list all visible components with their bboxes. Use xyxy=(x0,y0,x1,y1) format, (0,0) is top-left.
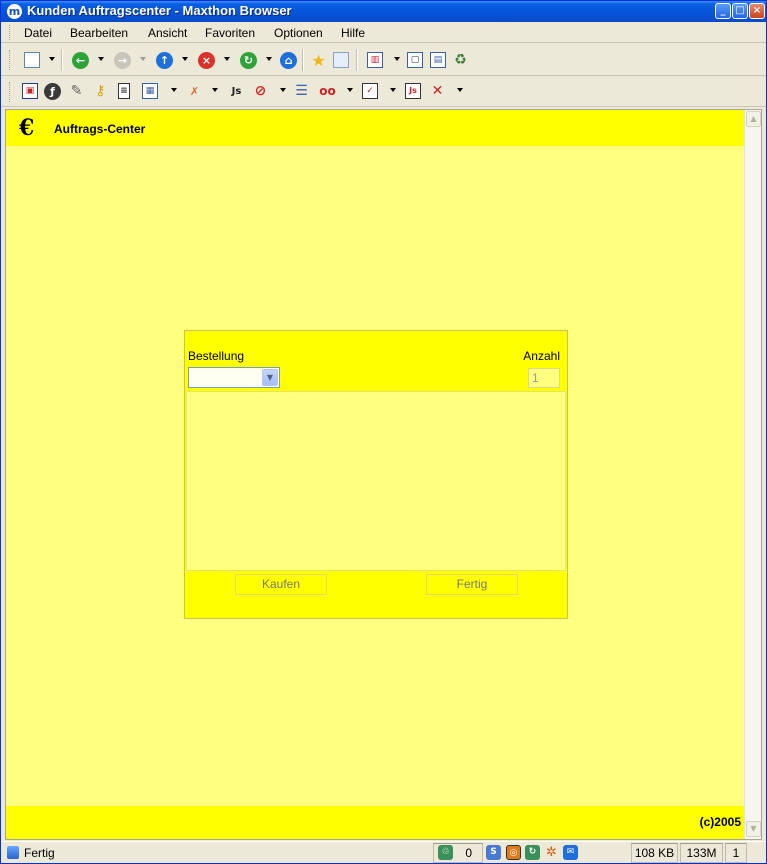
home-icon[interactable]: ⌂ xyxy=(280,52,297,69)
mail-icon[interactable]: ✉ xyxy=(563,845,578,860)
notes-icon[interactable]: ≡ xyxy=(118,83,130,99)
page-footer: (c)2005 xyxy=(6,806,745,839)
browser-window: m Kunden Auftragscenter - Maxthon Browse… xyxy=(0,0,767,864)
javascript-icon[interactable]: Js xyxy=(228,83,245,100)
recycle-icon[interactable]: ♻ xyxy=(452,52,469,69)
popup-block-dropdown-icon[interactable] xyxy=(280,88,286,92)
popup-counter-value: 0 xyxy=(465,846,472,860)
binoculars-icon[interactable]: oo xyxy=(319,83,336,100)
status-bar: Fertig 0 ♲ S ◎ ↻ ✲ ✉ 108 KB 133M 1 xyxy=(1,841,766,863)
maxthon-logo-icon[interactable]: m xyxy=(7,4,22,19)
toolbar-grip[interactable] xyxy=(9,82,12,102)
menu-hilfe[interactable]: Hilfe xyxy=(341,26,365,40)
title-bar[interactable]: m Kunden Auftragscenter - Maxthon Browse… xyxy=(1,1,766,22)
scroll-down-icon[interactable]: ▼ xyxy=(746,821,761,837)
new-page-icon[interactable] xyxy=(24,52,40,68)
refresh-toggle-icon[interactable]: ↻ xyxy=(525,845,540,860)
stop-dropdown-icon[interactable] xyxy=(224,57,230,61)
menubar-grip[interactable] xyxy=(9,25,12,40)
trash-icon[interactable]: ♲ xyxy=(438,845,453,860)
bestellung-label: Bestellung xyxy=(188,349,245,363)
calendar-icon[interactable]: ▦ xyxy=(142,83,158,99)
vertical-scrollbar[interactable]: ▲ ▼ xyxy=(744,110,761,839)
menu-ansicht[interactable]: Ansicht xyxy=(148,26,187,40)
orders-list[interactable] xyxy=(186,391,566,571)
page-title: Auftrags-Center xyxy=(54,122,146,136)
back-icon[interactable]: ← xyxy=(72,52,89,69)
javascript-toggle-icon[interactable]: Js xyxy=(405,83,421,99)
anzahl-label: Anzahl xyxy=(523,349,560,363)
back-dropdown-icon[interactable] xyxy=(98,57,104,61)
menu-bar: Datei Bearbeiten Ansicht Favoriten Optio… xyxy=(1,22,766,43)
maximize-icon[interactable]: □ xyxy=(732,3,748,19)
window-title: Kunden Auftragscenter - Maxthon Browser xyxy=(27,3,292,18)
kaufen-button[interactable]: Kaufen xyxy=(235,574,327,595)
menu-favoriten[interactable]: Favoriten xyxy=(205,26,255,40)
total-memory: 133M xyxy=(680,843,723,863)
fullscreen-icon[interactable]: ▢ xyxy=(407,52,423,68)
sun-icon[interactable]: ✲ xyxy=(544,845,559,860)
up-dropdown-icon[interactable] xyxy=(182,57,188,61)
euro-icon: € xyxy=(19,115,35,141)
menu-datei[interactable]: Datei xyxy=(24,26,52,40)
refresh-dropdown-icon[interactable] xyxy=(266,57,272,61)
split-view-icon[interactable]: ▤ xyxy=(430,52,446,68)
checkbox-dropdown-icon[interactable] xyxy=(390,88,396,92)
block-toggle-icon[interactable]: ◎ xyxy=(506,845,521,860)
x-block-icon[interactable]: ✕ xyxy=(429,83,446,100)
window-count: 1 xyxy=(725,843,747,863)
toolbar-separator xyxy=(61,49,63,71)
page-header: € Auftrags-Center xyxy=(6,110,745,146)
minimize-icon[interactable]: _ xyxy=(715,3,731,19)
save-icon[interactable]: ▣ xyxy=(22,83,38,99)
close-icon[interactable]: × xyxy=(749,3,765,19)
forward-icon[interactable]: → xyxy=(114,52,131,69)
sync-icon[interactable]: S xyxy=(486,845,501,860)
order-form: Bestellung Anzahl ▼ 1 Kaufen Fertig xyxy=(184,330,568,619)
anzahl-input[interactable]: 1 xyxy=(528,368,560,388)
collection-icon[interactable] xyxy=(333,52,349,68)
layout-dropdown-icon[interactable] xyxy=(394,57,400,61)
x-block-dropdown-icon[interactable] xyxy=(457,88,463,92)
page-viewport: € Auftrags-Center Bestellung Anzahl ▼ 1 … xyxy=(5,109,762,840)
new-page-dropdown-icon[interactable] xyxy=(49,57,55,61)
scroll-up-icon[interactable]: ▲ xyxy=(746,111,761,127)
stop-icon[interactable]: × xyxy=(198,52,215,69)
page-memory: 108 KB xyxy=(631,843,678,863)
refresh-icon[interactable]: ↻ xyxy=(240,52,257,69)
status-text: Fertig xyxy=(24,846,55,860)
toolbar-grip[interactable] xyxy=(9,50,12,70)
menu-bearbeiten[interactable]: Bearbeiten xyxy=(70,26,128,40)
plugin-toolbar: ▣ ƒ ✎ ⚷ ≡ ▦ ✗ Js ⊘ ☰ oo ✓ Js ✕ xyxy=(1,76,766,107)
page-status-icon xyxy=(7,846,19,859)
chevron-down-icon[interactable]: ▼ xyxy=(262,369,278,386)
toolbar-separator xyxy=(356,49,358,71)
ad-block-icon[interactable]: ✗ xyxy=(186,83,203,100)
main-toolbar: ← → ↑ × ↻ ⌂ ★ ▥ ▢ ▤ ♻ xyxy=(1,44,766,76)
favorites-star-icon[interactable]: ★ xyxy=(310,52,327,69)
forward-dropdown-icon[interactable] xyxy=(140,57,146,61)
flash-icon[interactable]: ƒ xyxy=(44,83,61,100)
fertig-button[interactable]: Fertig xyxy=(426,574,518,595)
layout-icon[interactable]: ▥ xyxy=(367,52,383,68)
key-icon[interactable]: ⚷ xyxy=(92,83,109,100)
binoculars-dropdown-icon[interactable] xyxy=(347,88,353,92)
popup-block-icon[interactable]: ⊘ xyxy=(252,83,269,100)
up-icon[interactable]: ↑ xyxy=(156,52,173,69)
toolbar-separator xyxy=(302,49,304,71)
list-icon[interactable]: ☰ xyxy=(293,83,310,100)
attachment-icon[interactable]: ✎ xyxy=(68,83,85,100)
menu-optionen[interactable]: Optionen xyxy=(274,26,323,40)
bestellung-select[interactable]: ▼ xyxy=(188,367,280,388)
checkbox-icon[interactable]: ✓ xyxy=(362,83,378,99)
ad-block-dropdown-icon[interactable] xyxy=(212,88,218,92)
calendar-dropdown-icon[interactable] xyxy=(171,88,177,92)
copyright-text: (c)2005 xyxy=(699,815,741,829)
